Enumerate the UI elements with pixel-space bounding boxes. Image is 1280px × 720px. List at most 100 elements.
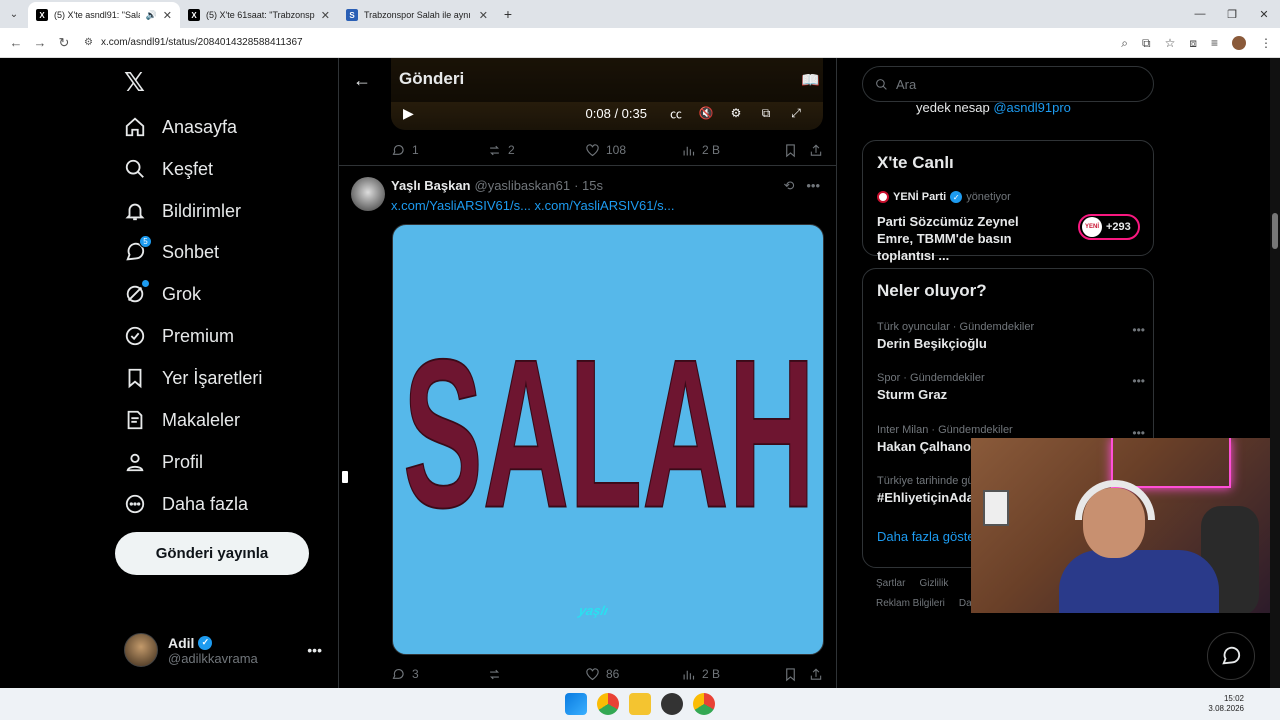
site-info-icon[interactable]: ⚙ [84,37,93,48]
media-icon[interactable]: ≡ [1211,36,1218,50]
more-dots-icon[interactable]: ••• [806,178,820,194]
clock-date: 3.08.2026 [1208,704,1244,713]
views-button[interactable]: 2 B [681,667,783,682]
speaker-icon[interactable]: 🔊 [146,10,157,21]
like-count: 108 [606,143,627,157]
obs-icon[interactable] [661,693,683,715]
share-button[interactable] [809,667,823,682]
show-more-link[interactable]: Daha fazla göste [877,529,975,544]
url-field[interactable]: ⚙ x.com/asndl91/status/20840143285884113… [84,37,303,48]
close-tab-icon[interactable]: ✕ [163,9,172,22]
reload-icon[interactable]: ↻ [52,35,76,51]
os-taskbar: 15:02 3.08.2026 [0,688,1280,720]
close-tab-icon[interactable]: ✕ [479,9,488,22]
pip-icon[interactable]: ⧉ [751,106,781,121]
bookmark-star-icon[interactable]: ☆ [1165,36,1176,50]
nav-item-premium[interactable]: Premium [124,316,234,356]
verified-badge-icon: ✓ [950,191,963,203]
x-logo-icon[interactable]: 𝕏 [124,68,145,98]
tweet-author-handle[interactable]: @yaslibaskan61 [475,178,571,193]
extensions-icon[interactable]: ⧈ [1189,36,1197,51]
more-dots-icon[interactable]: ••• [1132,323,1145,337]
profile-avatar-icon[interactable] [1232,36,1246,50]
nav-item-profile[interactable]: Profil [124,442,203,482]
neon-light [1111,438,1231,488]
zoom-icon[interactable]: ⌕ [1121,36,1128,51]
like-button[interactable]: 108 [585,143,681,158]
page-scrollbar[interactable] [1270,58,1280,688]
nav-item-articles[interactable]: Makaleler [124,400,240,440]
live-listeners-pill[interactable]: YENİ +293 [1078,214,1140,240]
post-button[interactable]: Gönderi yayınla [115,532,309,575]
more-dots-icon[interactable]: ••• [1132,374,1145,388]
streamer-body [1059,550,1219,613]
live-topic[interactable]: Parti Sözcümüz Zeynel Emre, TBMM'de bası… [877,213,1057,264]
account-switcher[interactable]: Adil ✓ @adilkkavrama ••• [124,630,334,670]
back-icon[interactable]: ← [4,35,28,50]
avatar[interactable] [351,177,385,211]
search-input[interactable]: Ara [862,66,1154,102]
more-dots-icon[interactable]: ••• [307,642,322,658]
bookmark-icon [124,367,146,389]
system-clock[interactable]: 15:02 3.08.2026 [1208,694,1244,714]
repost-button[interactable] [487,667,585,682]
repost-button[interactable]: 2 [487,143,585,158]
footer-link[interactable]: Şartlar [876,578,905,589]
scrollbar-thumb[interactable] [1272,213,1278,249]
forward-icon[interactable]: → [28,35,52,50]
messages-fab[interactable] [1207,632,1255,680]
tab-search-icon[interactable]: ⌄ [0,0,28,28]
nav-item-bookmarks[interactable]: Yer İşaretleri [124,358,262,398]
windows-start-icon[interactable] [565,693,587,715]
tweet-media-image[interactable]: SALAH yaşlı [392,224,824,655]
bookmark-button[interactable] [783,143,809,158]
webcam-overlay [971,438,1280,613]
like-button[interactable]: 86 [585,667,681,682]
nav-item-home[interactable]: Anasayfa [124,107,237,147]
chrome-icon[interactable] [597,693,619,715]
restore-icon[interactable]: ❐ [1216,0,1248,28]
tweet-links[interactable]: x.com/YasliARSIV61/s... x.com/YasliARSIV… [391,198,674,213]
menu-icon[interactable]: ⋮ [1260,36,1272,50]
back-arrow-icon[interactable]: ← [353,70,371,91]
footer-link[interactable]: Gizlilik [919,578,948,589]
captions-icon[interactable]: ㏄ [661,105,691,122]
trend-item[interactable]: Spor · Gündemdekiler Sturm Graz ••• [877,372,1145,402]
minimize-icon[interactable]: — [1184,0,1216,28]
grok-explain-icon[interactable]: ⟲ [783,178,794,194]
trend-item[interactable]: Türk oyuncular · Gündemdekiler Derin Beş… [877,321,1145,351]
close-window-icon[interactable]: ✕ [1248,0,1280,28]
tweet-header: Yaşlı Başkan @yaslibaskan61 · 15s [391,178,603,193]
bio-link[interactable]: @asndl91pro [993,100,1071,115]
articles-icon [124,409,146,431]
reply-button[interactable]: 3 [391,667,487,682]
nav-item-explore[interactable]: Keşfet [124,149,213,189]
footer-link[interactable]: Reklam Bilgileri [876,598,945,609]
bookmark-button[interactable] [783,667,809,682]
nav-label: Makaleler [162,409,241,430]
nav-item-notifications[interactable]: Bildirimler [124,191,241,231]
live-host[interactable]: YENİ Parti [893,191,946,203]
fullscreen-icon[interactable]: ⤢ [781,106,811,121]
nav-item-chat[interactable]: 5 Sohbet [124,232,219,272]
footer-link[interactable]: Da [959,598,972,609]
file-explorer-icon[interactable] [629,693,651,715]
chrome-icon[interactable] [693,693,715,715]
install-icon[interactable]: ⧉ [1142,36,1151,51]
views-button[interactable]: 2 B [681,143,783,158]
browser-tab-2[interactable]: X (5) X'te 61saat: "Trabzonspor Sa ✕ [180,2,338,28]
browser-tab-3[interactable]: S Trabzonspor Salah ile aynı uçak ✕ [338,2,496,28]
mute-icon[interactable]: 🔇 [691,106,721,120]
play-icon[interactable]: ▶ [403,105,414,122]
close-tab-icon[interactable]: ✕ [321,9,330,22]
nav-item-more[interactable]: Daha fazla [124,484,248,524]
new-tab-icon[interactable]: + [496,6,520,22]
settings-gear-icon[interactable]: ⚙ [721,106,751,120]
reply-button[interactable]: 1 [391,143,487,158]
browser-tab-1[interactable]: X (5) X'te asndl91: "Salah gel 🔊 ✕ [28,2,180,28]
trend-meta: Türk oyuncular · Gündemdekiler [877,321,1035,333]
tweet-author-name[interactable]: Yaşlı Başkan [391,178,471,193]
share-button[interactable] [809,143,823,158]
nav-item-grok[interactable]: Grok [124,274,201,314]
reader-mode-icon[interactable]: 📖 [801,71,820,89]
